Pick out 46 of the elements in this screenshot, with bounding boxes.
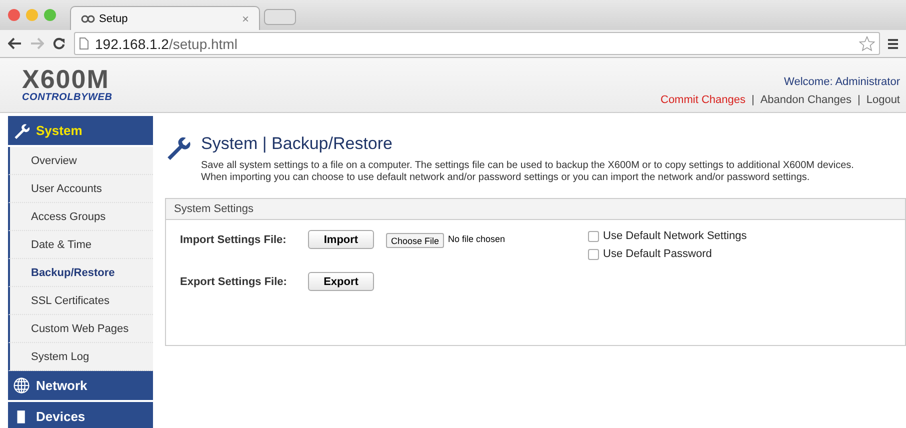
sidebar-section[interactable]: System: [8, 116, 153, 147]
wrench-icon: [13, 122, 30, 139]
browser-tab[interactable]: Setup ×: [70, 6, 260, 30]
choose-file-button[interactable]: Choose File: [386, 233, 444, 248]
bookmark-star-icon[interactable]: [859, 36, 875, 52]
field-label: Import Settings File:: [180, 233, 288, 246]
minimize-window-button[interactable]: [26, 9, 38, 21]
page-icon: [79, 37, 89, 50]
checkbox-label: Use Default Network Settings: [603, 230, 747, 242]
address-field[interactable]: 192.168.1.2/setup.html: [74, 32, 880, 55]
sidebar-item[interactable]: System Log: [8, 343, 153, 371]
checkbox[interactable]: [588, 230, 600, 242]
panel-title: System Settings: [174, 203, 254, 215]
checkbox[interactable]: [588, 248, 600, 260]
header-link[interactable]: Abandon Changes: [760, 94, 852, 106]
file-status: No file chosen: [448, 234, 506, 244]
back-icon[interactable]: [8, 37, 22, 50]
checkbox-label: Use Default Password: [603, 248, 712, 260]
commit-changes-link[interactable]: Commit Changes: [660, 94, 746, 106]
sidebar-section[interactable]: Network: [8, 371, 153, 402]
header-link[interactable]: Logout: [866, 94, 900, 106]
sidebar-item[interactable]: Date & Time: [8, 231, 153, 259]
menu-icon[interactable]: [888, 38, 898, 50]
sidebar-item[interactable]: Access Groups: [8, 203, 153, 231]
forward-icon[interactable]: [30, 37, 44, 50]
field-label: Export Settings File:: [180, 275, 288, 288]
sidebar-item[interactable]: Overview: [8, 147, 153, 175]
sidebar-item[interactable]: Custom Web Pages: [8, 315, 153, 343]
globe-icon: [13, 377, 30, 394]
zoom-window-button[interactable]: [44, 9, 56, 21]
welcome-text: Welcome: Administrator: [784, 76, 900, 88]
separator: |: [857, 94, 860, 106]
sidebar-item[interactable]: Backup/Restore: [8, 259, 153, 287]
page-description: Save all system settings to a file on a computer. The settings file can be used to backup the X600M or to copy settings to additional X600M devices. When importing you can choose to use default network and/or password settings or you can import the network and/or password settings.: [201, 160, 855, 184]
close-window-button[interactable]: [8, 9, 20, 21]
sidebar-section[interactable]: Devices: [8, 402, 153, 428]
reload-icon[interactable]: [52, 37, 66, 50]
brand-logo: CONTROLBYWEB: [22, 92, 112, 103]
product-logo: X600M: [22, 66, 110, 92]
new-tab-button[interactable]: [264, 9, 296, 25]
separator: |: [751, 94, 754, 106]
sidebar-item[interactable]: SSL Certificates: [8, 287, 153, 315]
sidebar-item[interactable]: User Accounts: [8, 175, 153, 203]
export-button[interactable]: Export: [308, 272, 374, 291]
page-title: System | Backup/Restore: [201, 134, 394, 154]
import-button[interactable]: Import: [308, 230, 374, 249]
